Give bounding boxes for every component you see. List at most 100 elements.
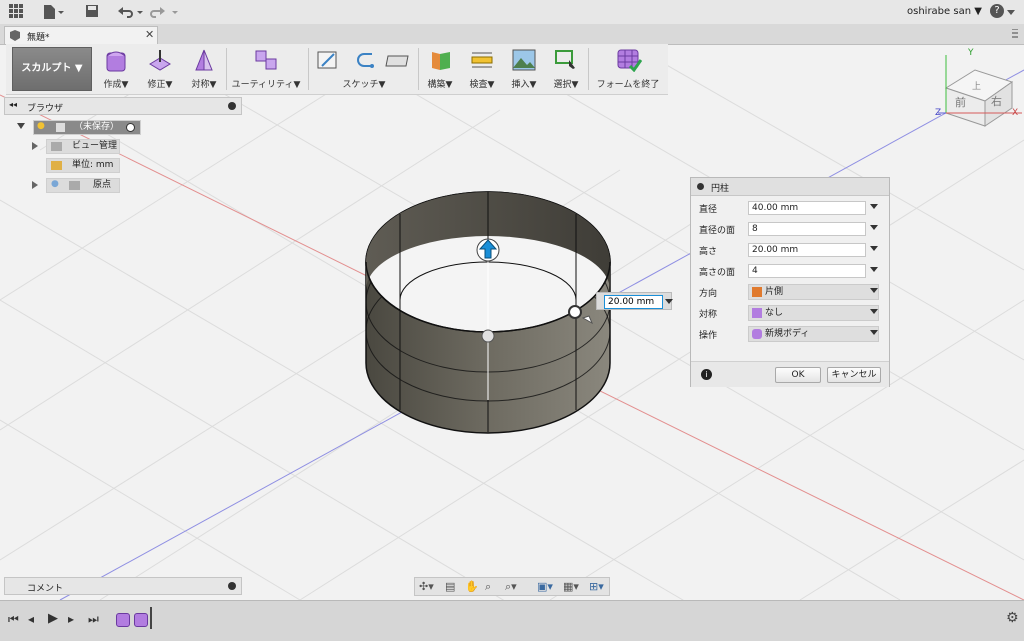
diameter-input[interactable]: 40.00 mm [748,201,866,215]
ruler-icon [51,161,62,170]
save-icon[interactable] [85,4,99,20]
user-menu[interactable]: oshirabe san ▼ [907,6,982,17]
root-node-label: （未保存） [74,122,120,132]
diameter-faces-label: 直径の面 [699,226,736,236]
workspace-switcher[interactable]: スカルプト ▼ [12,47,92,91]
activate-radio-icon[interactable] [126,123,135,132]
sketch-menu[interactable]: スケッチ▼ [310,44,418,94]
cancel-button[interactable]: キャンセル [827,367,881,383]
chevron-down-icon[interactable] [870,309,878,314]
pan-icon[interactable]: ✋ [465,580,479,596]
modify-label: 修正▼ [147,80,173,90]
orbit-icon[interactable]: ✣▾ [419,580,434,596]
add-comment-icon[interactable] [228,582,236,590]
help-chevron-icon[interactable] [1007,10,1015,15]
symmetry-menu[interactable]: 対称▼ [184,44,224,94]
inspect-menu[interactable]: 検査▼ [462,44,502,94]
diameter-label: 直径 [699,205,718,215]
operation-value: 新規ボディ [765,329,810,339]
browser-item-label: 単位: mm [72,160,114,170]
dialog-header[interactable]: 円柱 [691,178,889,196]
file-icon[interactable] [42,4,66,20]
ok-button[interactable]: OK [775,367,821,383]
height-input[interactable]: 20.00 mm [748,243,866,257]
go-to-start-icon[interactable]: ⏮ [8,612,19,627]
browser-root-expand-icon[interactable] [17,123,25,129]
chevron-down-icon[interactable] [870,330,878,335]
browser-item-view[interactable]: ビュー管理 [46,139,120,154]
minimize-dialog-icon[interactable] [697,183,704,190]
viewcube-front-label: 前 [955,96,966,109]
symmetry-label: 対称▼ [191,80,217,90]
browser-item-origin[interactable]: ● 原点 [46,178,120,193]
direction-select[interactable]: 片側 [748,284,879,300]
undo-icon[interactable] [115,4,145,20]
folder-icon [51,142,62,151]
display-settings-icon[interactable]: ▣▾ [537,580,553,596]
help-icon[interactable]: ? [990,4,1004,18]
navigation-toolbar: ✣▾ ▤ ✋ ⌕ ⌕▾ ▣▾ ▦▾ ⊞▾ [414,577,610,596]
inspect-ruler-icon [471,52,493,68]
viewports-icon[interactable]: ⊞▾ [589,580,604,596]
timeline-form-item-icon[interactable] [134,613,148,627]
document-tab-bar: 無題* ✕ [0,24,1024,45]
utility-label: ユーティリティ▼ [231,80,301,90]
zoom-icon[interactable]: ⌕ [485,580,491,596]
select-menu[interactable]: 選択▼ [546,44,586,94]
fit-icon[interactable]: ⌕▾ [505,580,517,596]
dialog-footer: i OK キャンセル [691,361,889,387]
gear-icon[interactable]: ⚙ [1006,610,1019,626]
browser-panel-header[interactable]: ◂◂ ブラウザ [4,97,242,115]
chevron-down-icon[interactable] [870,267,878,272]
lightbulb-icon[interactable]: ● [51,178,59,191]
axis-z-label: Z [935,108,942,118]
chevron-down-icon[interactable] [870,225,878,230]
step-back-icon[interactable]: ◂ [28,612,34,626]
grid-settings-icon[interactable]: ▦▾ [563,580,579,596]
info-icon[interactable]: i [701,369,712,380]
height-value-input[interactable]: 20.00 mm [596,292,673,310]
browser-root-node[interactable]: ● （未保存） [33,120,141,135]
tab-menu-icon[interactable] [1012,29,1020,39]
finish-form-button[interactable]: フォームを終了 [590,44,666,94]
collapse-panel-icon[interactable]: ◂◂ [9,100,17,109]
modify-menu[interactable]: 修正▼ [140,44,180,94]
insert-menu[interactable]: 挿入▼ [504,44,544,94]
chevron-down-icon[interactable] [665,299,673,304]
expand-view-icon[interactable] [32,142,38,150]
height-arrow-handle[interactable] [476,238,500,262]
browser-item-units[interactable]: 単位: mm [46,158,120,173]
go-to-end-icon[interactable]: ⏭ [88,612,99,627]
chevron-down-icon[interactable] [870,204,878,209]
step-forward-icon[interactable]: ▸ [68,612,74,626]
grid-menu-icon[interactable] [9,4,23,20]
create-menu[interactable]: 作成▼ [96,44,136,94]
symmetry-select[interactable]: なし [748,305,879,321]
chevron-down-icon[interactable] [870,288,878,293]
document-tab[interactable]: 無題* ✕ [4,26,158,44]
utility-menu[interactable]: ユーティリティ▼ [228,44,304,94]
construct-plane-icon [432,52,450,70]
lightbulb-icon[interactable]: ● [37,120,45,133]
browser-item-label: 原点 [93,180,112,190]
cylinder-dialog: 円柱 直径 40.00 mm 直径の面 8 高さ 20.00 mm 高さの面 4… [690,177,890,387]
timeline-marker-icon[interactable] [150,607,152,629]
dialog-row-height: 高さ 20.00 mm [691,240,889,260]
construct-menu[interactable]: 構築▼ [420,44,460,94]
operation-select[interactable]: 新規ボディ [748,326,879,342]
diameter-faces-input[interactable]: 8 [748,222,866,236]
close-icon[interactable]: ✕ [145,28,154,41]
chevron-down-icon[interactable] [870,246,878,251]
panel-options-icon[interactable] [228,102,236,110]
comment-panel-header[interactable]: コメント [4,577,242,595]
look-at-icon[interactable]: ▤ [445,580,455,596]
finish-form-icon [617,49,642,72]
expand-origin-icon[interactable] [32,181,38,189]
timeline-form-item-icon[interactable] [116,613,130,627]
redo-icon[interactable] [150,4,180,20]
height-faces-input[interactable]: 4 [748,264,866,278]
play-icon[interactable]: ▶ [48,611,58,626]
dialog-row-operation: 操作 新規ボディ [691,324,889,344]
direction-handle[interactable] [481,329,495,343]
dialog-row-height-faces: 高さの面 4 [691,261,889,281]
